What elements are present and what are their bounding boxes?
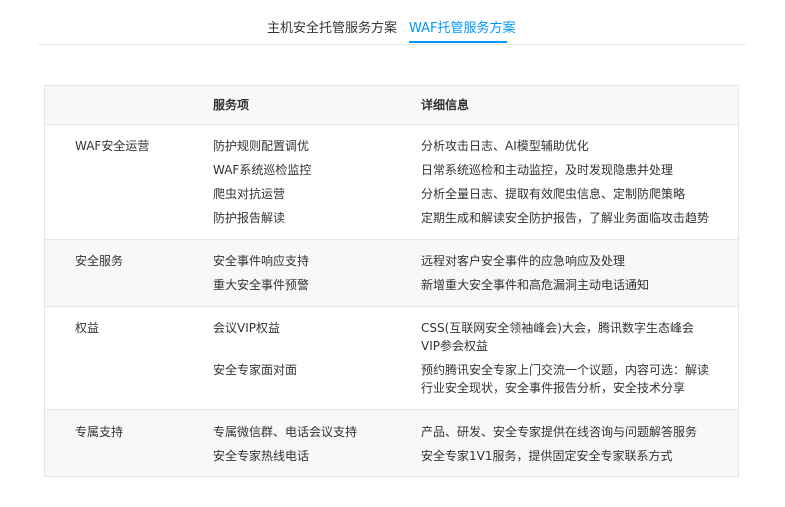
service-cell: 专属微信群、电话会议支持 — [213, 425, 358, 439]
detail-cell: CSS(互联网安全领袖峰会)大会，腾讯数字生态峰会 VIP参会权益 — [421, 321, 694, 353]
category-label: 专属支持 — [75, 425, 124, 439]
group-waf-ops: WAF安全运营 防护规则配置调优 分析攻击日志、AI模型辅助优化 WAF系统巡检… — [45, 125, 738, 240]
detail-cell: 定期生成和解读安全防护报告，了解业务面临攻击趋势 — [421, 211, 710, 225]
group-dedicated-support: 专属支持 专属微信群、电话会议支持 产品、研发、安全专家提供在线咨询与问题解答服… — [45, 410, 738, 476]
tab-bar: 主机安全托管服务方案 WAF托管服务方案 — [38, 0, 746, 45]
service-cell: 重大安全事件预警 — [213, 278, 310, 292]
detail-cell: 预约腾讯安全专家上门交流一个议题，内容可选：解读 行业安全现状，安全事件报告分析… — [421, 363, 710, 395]
category-label: WAF安全运营 — [75, 139, 150, 153]
table-header: 服务项 详细信息 — [45, 86, 738, 125]
detail-cell: 远程对客户安全事件的应急响应及处理 — [421, 254, 626, 268]
active-tab-indicator — [409, 41, 507, 43]
tab-host-security[interactable]: 主机安全托管服务方案 — [267, 19, 397, 39]
service-cell: 安全专家热线电话 — [213, 449, 310, 463]
service-cell: 防护报告解读 — [213, 211, 286, 225]
detail-cell: 新增重大安全事件和高危漏洞主动电话通知 — [421, 278, 650, 292]
service-cell: 安全事件响应支持 — [213, 254, 310, 268]
detail-cell: 安全专家1V1服务，提供固定安全专家联系方式 — [421, 449, 673, 463]
detail-cell: 产品、研发、安全专家提供在线咨询与问题解答服务 — [421, 425, 698, 439]
detail-cell: 分析攻击日志、AI模型辅助优化 — [421, 139, 589, 153]
service-cell: 会议VIP权益 — [213, 321, 280, 335]
tab-waf[interactable]: WAF托管服务方案 — [409, 19, 516, 39]
header-detail: 详细信息 — [421, 98, 470, 112]
detail-cell: 日常系统巡检和主动监控，及时发现隐患并处理 — [421, 163, 674, 177]
group-security-services: 安全服务 安全事件响应支持 远程对客户安全事件的应急响应及处理 重大安全事件预警… — [45, 240, 738, 307]
category-label: 权益 — [75, 321, 100, 335]
category-label: 安全服务 — [75, 254, 124, 268]
service-cell: WAF系统巡检监控 — [213, 163, 312, 177]
service-cell: 爬虫对抗运营 — [213, 187, 286, 201]
service-table: 服务项 详细信息 WAF安全运营 防护规则配置调优 分析攻击日志、AI模型辅助优… — [44, 85, 739, 477]
group-benefits: 权益 会议VIP权益 CSS(互联网安全领袖峰会)大会，腾讯数字生态峰会 VIP… — [45, 307, 738, 410]
service-cell: 安全专家面对面 — [213, 363, 298, 377]
service-cell: 防护规则配置调优 — [213, 139, 310, 153]
header-service: 服务项 — [213, 98, 250, 112]
detail-cell: 分析全量日志、提取有效爬虫信息、定制防爬策略 — [421, 187, 686, 201]
